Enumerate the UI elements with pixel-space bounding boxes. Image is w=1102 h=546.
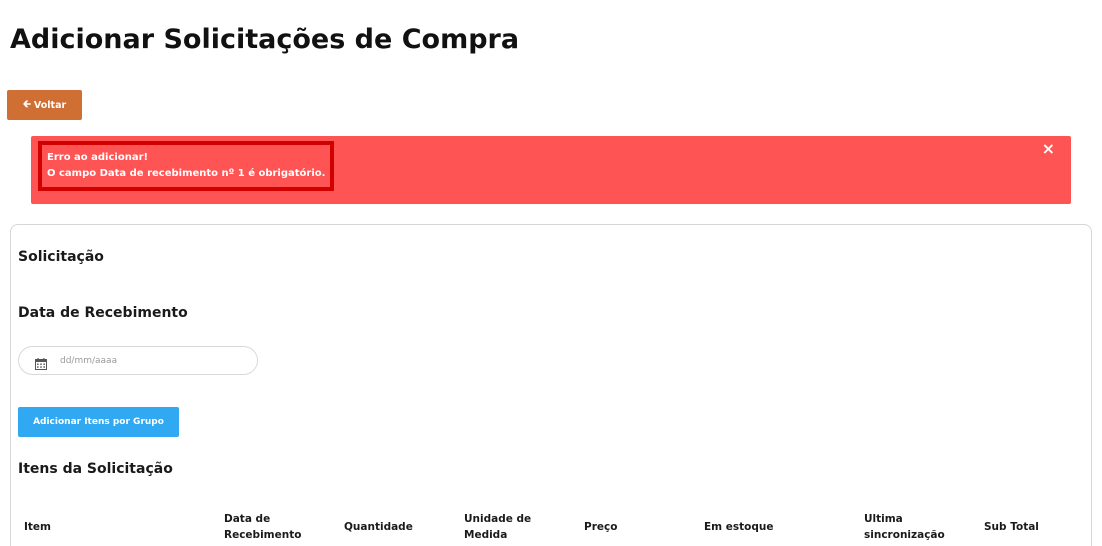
alert-message: O campo Data de recebimento nº 1 é obrig… [47,168,326,179]
column-header-item: Item [24,521,51,533]
arrow-left-icon: 🡰 [22,99,31,110]
column-header-unidade-medida: Unidade de Medida [464,513,532,541]
alert-text: Erro ao adicionar! O campo Data de receb… [47,150,325,182]
date-label: Data de Recebimento [18,305,188,321]
calendar-icon [35,355,47,370]
alert-title: Erro ao adicionar! [47,152,149,163]
back-button-label: Voltar [33,99,67,111]
back-button[interactable]: 🡰 Voltar [7,90,82,120]
error-alert: Erro ao adicionar! O campo Data de receb… [31,136,1071,204]
items-section-title: Itens da Solicitação [18,461,173,477]
column-header-em-estoque: Em estoque [704,521,774,533]
column-header-data-recebimento: Data de Recebimento [224,513,302,541]
close-icon[interactable]: × [1042,139,1055,158]
section-title-solicitacao: Solicitação [18,249,104,265]
page-title: Adicionar Solicitações de Compra [10,24,520,55]
column-header-preco: Preço [584,521,618,533]
page: Adicionar Solicitações de Compra 🡰 Volta… [0,0,1102,546]
column-header-quantidade: Quantidade [344,521,413,533]
items-table: Item Data de Recebimento Quantidade Unida… [14,509,1084,545]
column-header-sub-total: Sub Total [984,521,1039,533]
column-header-ultima-sincronizacao: Ultima sincronização [864,513,945,541]
table-header-row: Item Data de Recebimento Quantidade Unida… [14,509,1084,545]
date-field[interactable] [18,346,258,375]
add-items-by-group-button[interactable]: Adicionar Itens por Grupo [18,407,179,437]
request-form-card: Solicitação Data de Recebimento dd/mm/aa… [10,224,1092,546]
date-input[interactable] [60,355,230,366]
